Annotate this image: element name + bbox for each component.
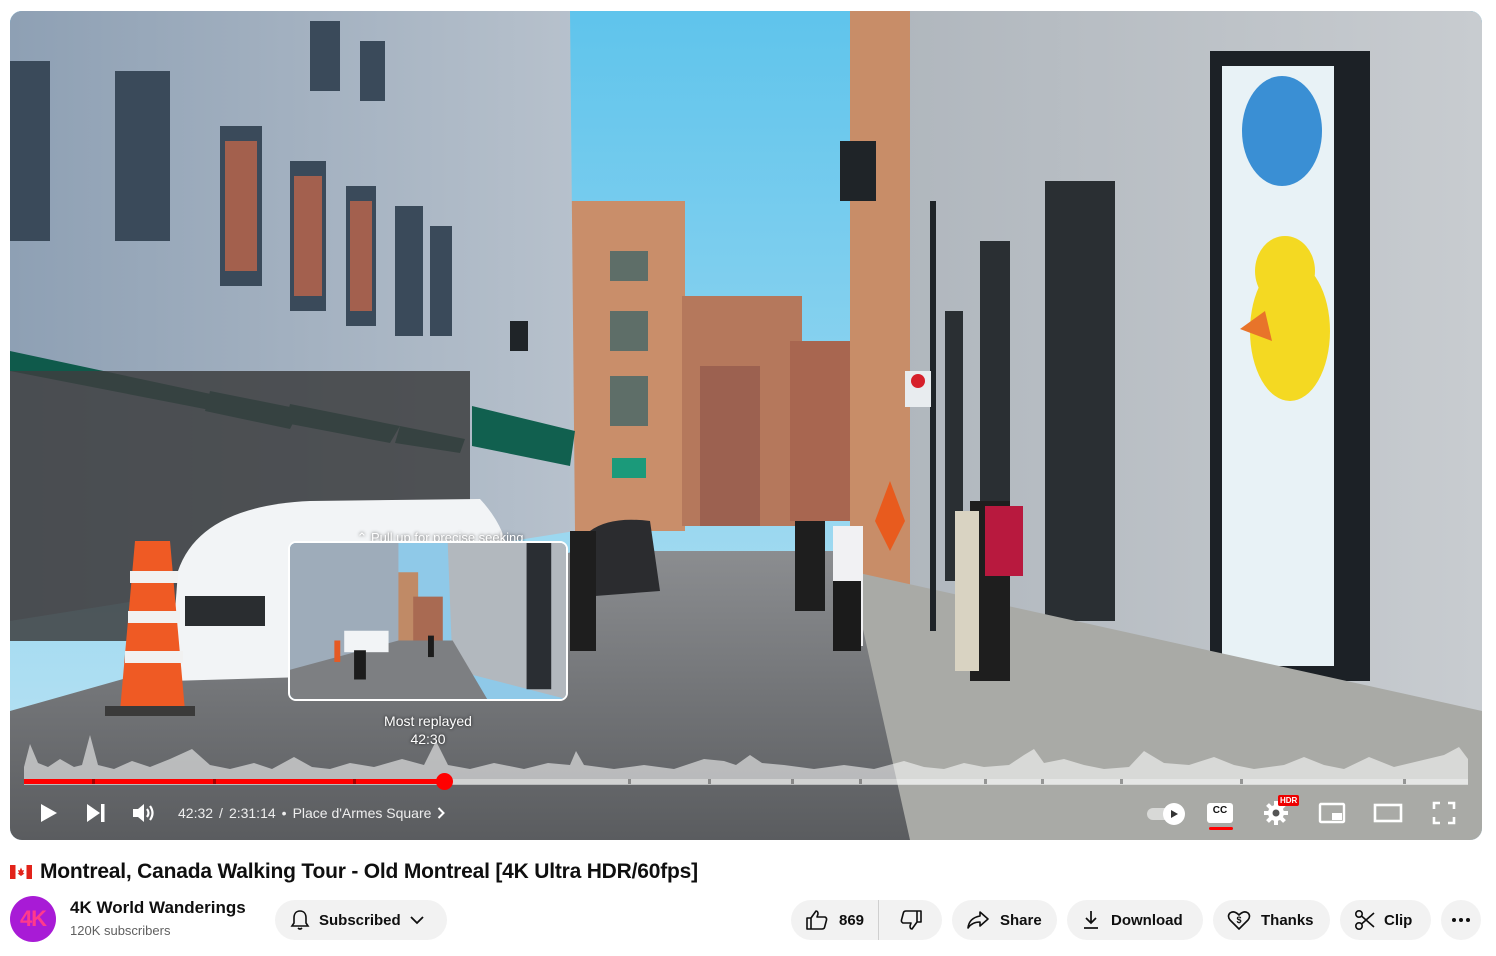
- dislike-button[interactable]: [879, 900, 942, 940]
- play-button[interactable]: [24, 793, 72, 833]
- video-frame[interactable]: [10, 11, 1482, 840]
- subscriber-count: 120K subscribers: [70, 923, 171, 938]
- svg-text:$: $: [1236, 915, 1241, 925]
- chapter-button[interactable]: Place d'Armes Square: [293, 805, 446, 821]
- subscribed-button[interactable]: Subscribed: [275, 900, 447, 940]
- clip-label: Clip: [1384, 911, 1413, 929]
- channel-info: 4K World Wanderings 120K subscribers: [70, 898, 246, 938]
- duration: 2:31:14: [228, 805, 276, 821]
- chapter-marker: [858, 779, 862, 784]
- video-meta-row: 4K 4K World Wanderings 120K subscribers …: [10, 896, 1486, 946]
- most-replayed-text: Most replayed: [384, 713, 472, 729]
- chapter-marker: [353, 779, 357, 784]
- chevron-down-icon: [409, 915, 425, 925]
- thanks-label: Thanks: [1261, 911, 1314, 929]
- thanks-heart-dollar-icon: $: [1227, 909, 1251, 931]
- like-dislike-group: 869: [791, 900, 942, 940]
- like-count: 869: [839, 911, 865, 929]
- seek-preview-thumbnail: [288, 541, 568, 701]
- chapter-separator: •: [281, 805, 287, 821]
- fullscreen-icon: [1432, 801, 1456, 825]
- chapter-marker: [1119, 779, 1123, 784]
- chapter-marker: [790, 779, 794, 784]
- download-label: Download: [1111, 911, 1183, 929]
- share-button[interactable]: Share: [952, 900, 1057, 940]
- video-title-row: Montreal, Canada Walking Tour - Old Mont…: [10, 856, 698, 888]
- cc-active-indicator: [1209, 827, 1233, 830]
- theater-icon: [1373, 803, 1403, 823]
- next-button[interactable]: [72, 793, 120, 833]
- progress-played: [24, 779, 445, 784]
- volume-icon: [133, 804, 154, 822]
- progress-bar[interactable]: [24, 773, 1468, 790]
- settings-button[interactable]: HDR: [1252, 793, 1300, 833]
- cc-label: CC: [1212, 805, 1228, 816]
- thumbs-up-icon: [805, 909, 829, 931]
- subscribed-label: Subscribed: [319, 911, 401, 929]
- channel-avatar[interactable]: 4K: [10, 896, 56, 942]
- scissors-icon: [1354, 909, 1376, 931]
- download-icon: [1081, 909, 1101, 931]
- subtitles-button[interactable]: CC: [1196, 793, 1244, 833]
- more-horizontal-icon: [1451, 917, 1471, 923]
- theater-mode-button[interactable]: [1364, 793, 1412, 833]
- chapter-marker: [984, 779, 988, 784]
- chapter-marker: [1403, 779, 1407, 784]
- mute-button[interactable]: [120, 793, 168, 833]
- autoplay-toggle[interactable]: [1142, 793, 1190, 833]
- hdr-badge: HDR: [1278, 795, 1300, 806]
- chapter-marker: [213, 779, 217, 784]
- canada-flag-icon: [10, 865, 32, 879]
- next-icon: [87, 804, 105, 822]
- bell-icon: [289, 909, 311, 931]
- fullscreen-button[interactable]: [1420, 793, 1468, 833]
- more-actions-button[interactable]: [1441, 900, 1481, 940]
- thanks-button[interactable]: $ Thanks: [1213, 900, 1330, 940]
- like-button[interactable]: 869: [791, 900, 880, 940]
- video-player[interactable]: ⌃ Pull up for precise seeking Most repla…: [10, 11, 1482, 840]
- chapter-marker: [1040, 779, 1044, 784]
- miniplayer-icon: [1318, 802, 1346, 824]
- autoplay-icon: [1171, 810, 1178, 818]
- chapter-marker: [1239, 779, 1243, 784]
- chapter-marker: [91, 779, 95, 784]
- chapter-title: Place d'Armes Square: [292, 805, 432, 821]
- chapter-marker: [627, 779, 631, 784]
- chapter-marker: [708, 779, 712, 784]
- share-label: Share: [1000, 911, 1042, 929]
- player-controls: 42:32 / 2:31:14 • Place d'Armes Square C…: [10, 793, 1482, 833]
- chevron-right-icon: [438, 807, 446, 819]
- download-button[interactable]: Download: [1067, 900, 1203, 940]
- most-replayed-heatmap: [24, 735, 1468, 785]
- miniplayer-button[interactable]: [1308, 793, 1356, 833]
- current-time: 42:32: [178, 805, 214, 821]
- thumbs-down-icon: [899, 909, 923, 931]
- time-display: 42:32 / 2:31:14 • Place d'Armes Square: [178, 805, 446, 821]
- channel-name[interactable]: 4K World Wanderings: [70, 898, 246, 918]
- play-icon: [41, 804, 57, 822]
- clip-button[interactable]: Clip: [1340, 900, 1431, 940]
- video-title: Montreal, Canada Walking Tour - Old Mont…: [40, 860, 698, 883]
- time-separator: /: [219, 805, 223, 821]
- share-icon: [966, 910, 990, 930]
